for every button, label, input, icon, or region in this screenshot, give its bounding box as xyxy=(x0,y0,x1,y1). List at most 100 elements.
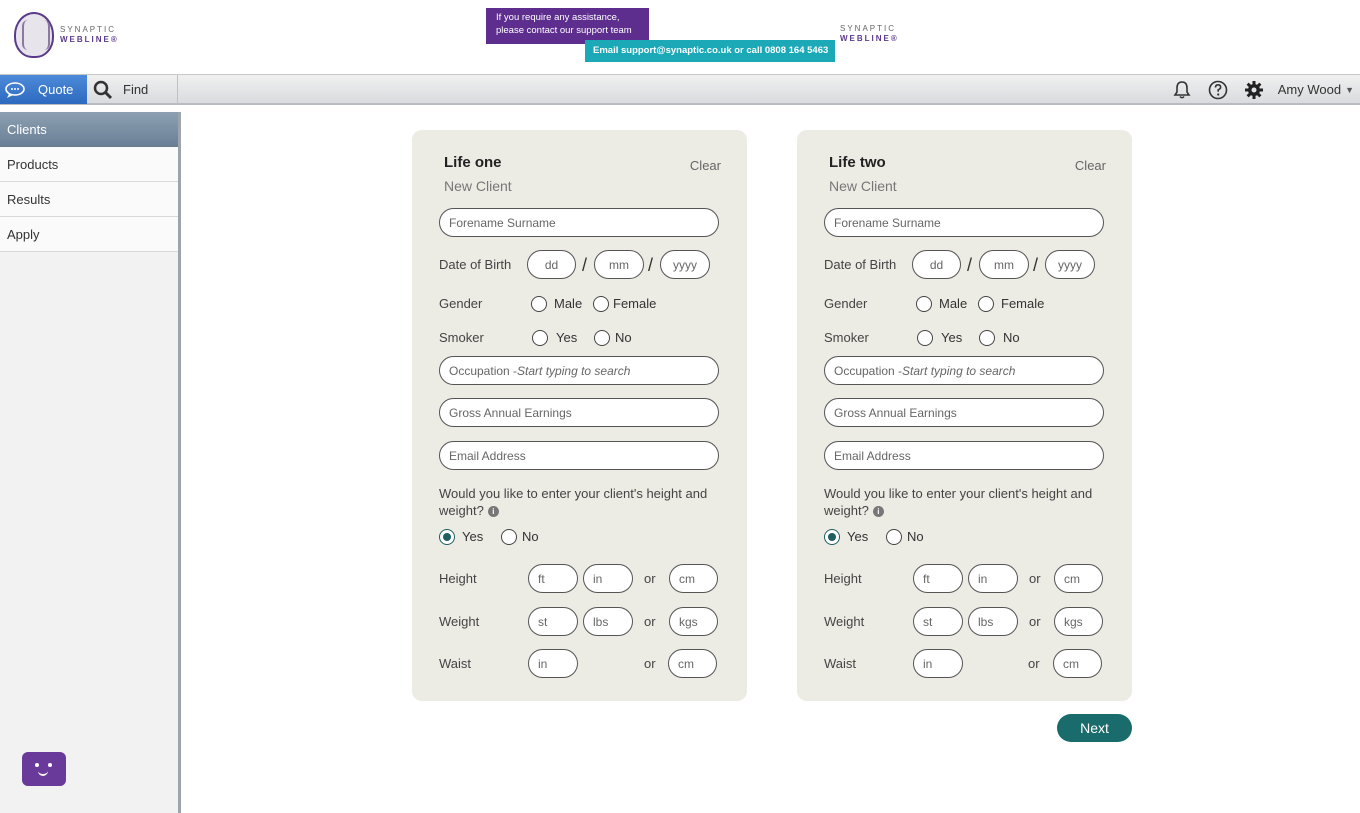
occupation-input[interactable]: Occupation - Start typing to search xyxy=(439,356,719,385)
dob-month-input[interactable]: mm xyxy=(594,250,644,279)
sidebar-item-apply[interactable]: Apply xyxy=(0,217,178,252)
height-weight-question-text: Would you like to enter your client's he… xyxy=(824,486,1093,518)
height-ft-input[interactable]: ft xyxy=(528,564,578,593)
height-label: Height xyxy=(824,571,862,586)
clear-button[interactable]: Clear xyxy=(690,158,721,173)
dob-day-input[interactable]: dd xyxy=(527,250,576,279)
gender-male-radio[interactable] xyxy=(531,296,547,312)
synaptic-logo[interactable]: SYNAPTIC WEBLINE® xyxy=(14,12,119,58)
dob-year-input[interactable]: yyyy xyxy=(1045,250,1095,279)
weight-st-input[interactable]: st xyxy=(913,607,963,636)
weight-lbs-input[interactable]: lbs xyxy=(583,607,633,636)
earnings-input[interactable]: Gross Annual Earnings xyxy=(824,398,1104,427)
dob-separator: / xyxy=(648,255,654,275)
logo-text-line1: SYNAPTIC xyxy=(60,25,117,34)
occupation-input[interactable]: Occupation - Start typing to search xyxy=(824,356,1104,385)
sidebar: Clients Products Results Apply xyxy=(0,112,181,813)
waist-cm-input[interactable]: cm xyxy=(1053,649,1102,678)
height-ft-input[interactable]: ft xyxy=(913,564,963,593)
smoker-yes-radio[interactable] xyxy=(917,330,933,346)
clear-button[interactable]: Clear xyxy=(1075,158,1106,173)
height-weight-question: Would you like to enter your client's he… xyxy=(439,485,729,519)
smoker-no-radio[interactable] xyxy=(979,330,995,346)
next-button[interactable]: Next xyxy=(1057,714,1132,742)
banner-logo-line2: WEBLINE® xyxy=(840,34,899,43)
dob-year-input[interactable]: yyyy xyxy=(660,250,710,279)
height-label: Height xyxy=(439,571,477,586)
occupation-placeholder: Occupation - xyxy=(449,363,518,378)
waist-label: Waist xyxy=(439,656,472,671)
dob-label: Date of Birth xyxy=(439,257,512,272)
weight-st-input[interactable]: st xyxy=(528,607,578,636)
panel-title: Life two xyxy=(829,154,886,171)
gender-male-radio[interactable] xyxy=(916,296,932,312)
smoker-yes-label: Yes xyxy=(556,330,578,345)
banner-logo-line1: SYNAPTIC xyxy=(840,24,897,33)
or-label: or xyxy=(1029,614,1041,629)
occupation-placeholder: Occupation - xyxy=(834,363,903,378)
waist-in-input[interactable]: in xyxy=(913,649,963,678)
dob-day-input[interactable]: dd xyxy=(912,250,961,279)
waist-cm-input[interactable]: cm xyxy=(668,649,717,678)
gender-male-label: Male xyxy=(554,296,583,311)
or-label: or xyxy=(644,614,656,629)
gender-label: Gender xyxy=(439,296,483,311)
settings-gear-icon[interactable] xyxy=(1236,75,1272,104)
assistance-banner: If you require any assistance, please co… xyxy=(486,8,649,44)
hw-no-radio[interactable] xyxy=(886,529,902,545)
quote-tab-label: Quote xyxy=(38,82,74,97)
or-label: or xyxy=(644,656,656,671)
weight-kgs-input[interactable]: kgs xyxy=(669,607,718,636)
or-label: or xyxy=(1028,656,1040,671)
email-input[interactable]: Email Address xyxy=(824,441,1104,470)
quote-tab[interactable]: Quote xyxy=(0,75,87,104)
gender-female-radio[interactable] xyxy=(978,296,994,312)
user-name-menu[interactable]: Amy Wood xyxy=(1272,82,1345,97)
hw-no-radio[interactable] xyxy=(501,529,517,545)
hw-yes-label: Yes xyxy=(847,529,869,544)
sidebar-item-products[interactable]: Products xyxy=(0,147,178,182)
dob-label: Date of Birth xyxy=(824,257,897,272)
earnings-input[interactable]: Gross Annual Earnings xyxy=(439,398,719,427)
smoker-no-radio[interactable] xyxy=(594,330,610,346)
height-in-input[interactable]: in xyxy=(968,564,1018,593)
height-cm-input[interactable]: cm xyxy=(1054,564,1103,593)
logo-text-line2: WEBLINE® xyxy=(60,35,119,44)
name-input[interactable]: Forename Surname xyxy=(824,208,1104,237)
chat-bubbles-icon xyxy=(4,80,30,100)
life-one-panel: Life one New Client Clear Forename Surna… xyxy=(412,130,747,701)
hw-yes-radio[interactable] xyxy=(824,529,840,545)
email-input[interactable]: Email Address xyxy=(439,441,719,470)
weight-kgs-input[interactable]: kgs xyxy=(1054,607,1103,636)
sidebar-item-clients[interactable]: Clients xyxy=(0,112,178,147)
height-in-input[interactable]: in xyxy=(583,564,633,593)
support-contact-banner[interactable]: Email support@synaptic.co.uk or call 080… xyxy=(585,40,835,62)
find-tab[interactable]: Find xyxy=(87,75,178,104)
help-question-icon[interactable] xyxy=(1200,75,1236,104)
weight-label: Weight xyxy=(824,614,865,629)
dob-month-input[interactable]: mm xyxy=(979,250,1029,279)
height-weight-question: Would you like to enter your client's he… xyxy=(824,485,1114,519)
app-header: SYNAPTIC WEBLINE® If you require any ass… xyxy=(0,0,1360,74)
sidebar-item-results[interactable]: Results xyxy=(0,182,178,217)
hw-yes-radio[interactable] xyxy=(439,529,455,545)
chevron-down-icon[interactable]: ▼ xyxy=(1345,85,1360,95)
info-icon[interactable]: i xyxy=(872,506,884,518)
dob-separator: / xyxy=(1033,255,1039,275)
smoker-no-label: No xyxy=(615,330,632,345)
panel-title: Life one xyxy=(444,154,502,171)
or-label: or xyxy=(1029,571,1041,586)
smoker-yes-radio[interactable] xyxy=(532,330,548,346)
name-input[interactable]: Forename Surname xyxy=(439,208,719,237)
panel-subtitle: New Client xyxy=(444,178,512,194)
weight-lbs-input[interactable]: lbs xyxy=(968,607,1018,636)
smoker-label: Smoker xyxy=(439,330,484,345)
panel-subtitle: New Client xyxy=(829,178,897,194)
occupation-hint: Start typing to search xyxy=(517,363,631,378)
waist-in-input[interactable]: in xyxy=(528,649,578,678)
height-cm-input[interactable]: cm xyxy=(669,564,718,593)
gender-female-radio[interactable] xyxy=(593,296,609,312)
info-icon[interactable]: i xyxy=(487,506,499,518)
notifications-bell-icon[interactable] xyxy=(1164,75,1200,104)
chatbot-icon[interactable] xyxy=(22,752,66,786)
